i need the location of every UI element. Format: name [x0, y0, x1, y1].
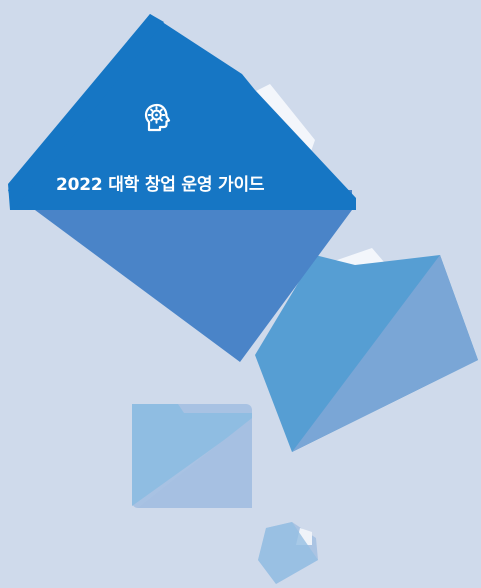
gear-head-icon — [144, 103, 171, 132]
cover-title: 2022 대학 창업 운영 가이드 — [56, 175, 265, 195]
folder-small — [258, 522, 318, 584]
cover-canvas: 2022 대학 창업 운영 가이드 — [0, 0, 481, 588]
folder-illustration — [8, 14, 478, 584]
folder-light — [132, 404, 252, 508]
